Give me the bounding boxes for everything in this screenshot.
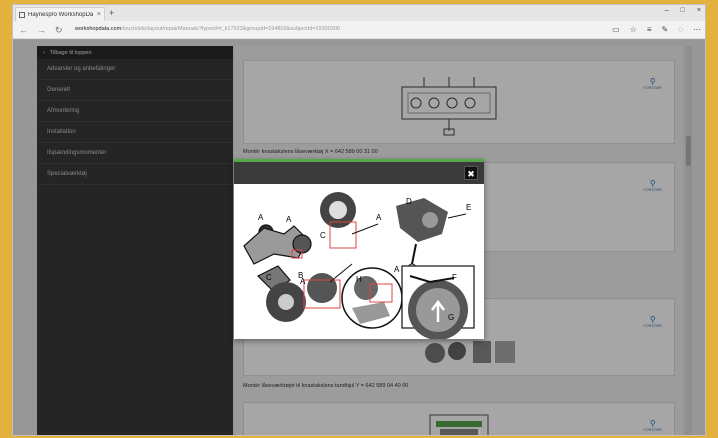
callout-label: F [452,273,457,282]
callout-label: A [394,265,400,274]
favorite-star-icon[interactable]: ☆ [630,24,637,36]
back-icon[interactable]: ← [19,24,28,36]
url-path: /touch/site/layout/repairManuals?typeId=… [121,26,340,32]
url-field[interactable]: workshopdata.com/touch/site/layout/repai… [75,26,340,32]
address-bar: ← → ↻ workshopdata.com/touch/site/layout… [13,21,705,39]
lock-tool-inset [401,265,475,339]
top-gear-drawing [320,192,379,249]
modal-header: ✖ [234,162,484,184]
maximize-button[interactable]: □ [681,7,685,14]
top-right-mechanism-drawing [396,198,467,273]
close-window-button[interactable]: × [697,7,701,14]
page-icon [19,11,25,18]
callout-label: A [376,213,382,222]
notes-icon[interactable]: ✎ [662,24,669,36]
close-icon[interactable]: ✖ [464,166,478,180]
browser-tab[interactable]: Haynespro WorkshopDa × [15,7,105,21]
url-host: workshopdata.com [75,26,122,32]
tab-close-icon[interactable]: × [97,11,104,18]
share-icon[interactable]: ◌ [678,24,683,36]
callout-label: C [320,231,326,240]
new-tab-button[interactable]: + [109,8,114,18]
callout-label: G [448,313,454,322]
refresh-icon[interactable]: ↻ [55,24,63,36]
tab-bar: Haynespro WorkshopDa × + – □ × [13,5,705,21]
magnified-detail-inset [341,267,403,329]
image-lightbox: ✖ A A B C A D E A C H A F G [234,159,484,339]
forward-icon[interactable]: → [37,24,46,36]
hub-icon[interactable]: ≡ [647,24,652,36]
minimize-button[interactable]: – [665,7,669,14]
callout-label: A [258,213,264,222]
toolbar-icons: ▭ ☆ ≡ ✎ ◌ ⋯ [612,24,701,36]
callout-label: A [286,215,292,224]
callout-label: A [300,277,306,286]
callout-label: C [266,273,272,282]
tab-title: Haynespro WorkshopDa [28,11,94,18]
timing-chain-diagram: A A B C A D E A C H A F G [243,192,475,339]
more-icon[interactable]: ⋯ [693,24,701,36]
callout-label: H [356,275,362,284]
window-controls: – □ × [665,7,701,14]
reading-view-icon[interactable]: ▭ [612,24,620,36]
callout-label: D [406,197,412,206]
callout-label: E [466,203,471,212]
